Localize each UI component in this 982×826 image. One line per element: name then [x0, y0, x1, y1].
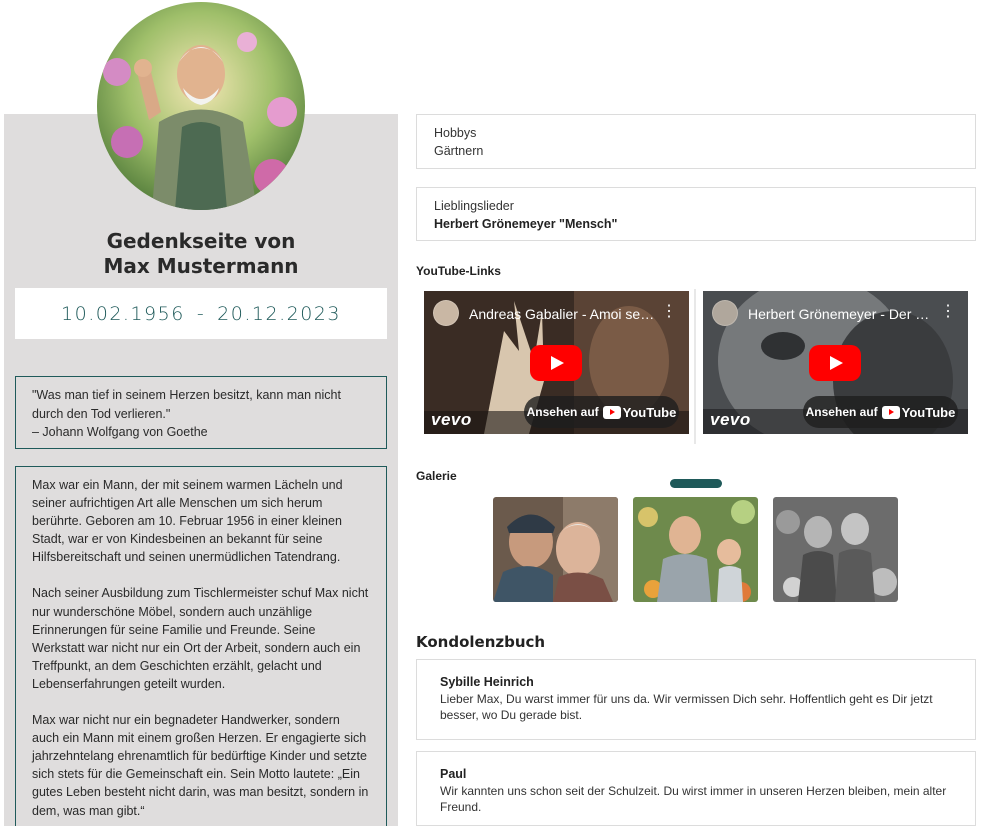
hobbies-label: Hobbys: [434, 126, 477, 140]
page-title-name: Max Mustermann: [103, 254, 299, 278]
video-divider: [694, 289, 696, 444]
youtube-mini-play-icon: [881, 405, 900, 419]
page-title: Gedenkseite von Max Mustermann: [4, 229, 398, 279]
portrait-image: [97, 2, 305, 210]
youtube-video-1[interactable]: Andreas Gabalier - Amoi seg' ma uns wied…: [424, 291, 689, 434]
condolence-book-title: Kondolenzbuch: [416, 633, 546, 651]
youtube-logo-icon: YouTube: [602, 404, 677, 420]
play-button-icon[interactable]: [809, 345, 861, 381]
watch-on-youtube-button[interactable]: Ansehen auf YouTube: [803, 396, 958, 428]
youtube-logo-icon: YouTube: [881, 404, 956, 420]
hobbies-value: Gärtnern: [434, 144, 484, 158]
youtube-section-label: YouTube-Links: [416, 264, 501, 278]
page-title-line1: Gedenkseite von: [106, 229, 296, 253]
vevo-logo: vevo: [431, 410, 472, 429]
gallery-scroll-handle[interactable]: [670, 479, 722, 488]
play-button-icon[interactable]: [530, 345, 582, 381]
condolence-text: Wir kannten uns schon seit der Schulzeit…: [440, 784, 947, 814]
youtube-video-2[interactable]: Herbert Grönemeyer - Der Weg ⋮ vevo Anse…: [703, 291, 968, 434]
vevo-logo: vevo: [710, 410, 751, 429]
gallery-image-3[interactable]: [773, 497, 898, 602]
video-title[interactable]: Herbert Grönemeyer - Der Weg: [748, 306, 938, 322]
bio-paragraph: Max war nicht nur ein begnadeter Handwer…: [32, 713, 369, 818]
watch-on-youtube-button[interactable]: Ansehen auf YouTube: [524, 396, 679, 428]
video-title[interactable]: Andreas Gabalier - Amoi seg' ma uns wied…: [469, 306, 659, 322]
death-date: 20.12.2023: [217, 302, 341, 325]
watch-label: Ansehen auf: [526, 405, 599, 419]
quote-box: "Was man tief in seinem Herzen besitzt, …: [15, 376, 387, 449]
condolence-entry: Sybille Heinrich Lieber Max, Du warst im…: [416, 659, 976, 740]
condolence-entry: Paul Wir kannten uns schon seit der Schu…: [416, 751, 976, 826]
gallery-image-2[interactable]: [633, 497, 758, 602]
songs-value: Herbert Grönemeyer "Mensch": [434, 217, 618, 231]
gallery-image-1[interactable]: [493, 497, 618, 602]
condolence-author: Paul: [440, 767, 467, 781]
gallery-section-label: Galerie: [416, 469, 457, 483]
watch-label: Ansehen auf: [805, 405, 878, 419]
more-vertical-icon[interactable]: ⋮: [940, 304, 956, 320]
more-vertical-icon[interactable]: ⋮: [661, 304, 677, 320]
condolence-text: Lieber Max, Du warst immer für uns da. W…: [440, 692, 933, 722]
hobbies-card: Hobbys Gärtnern: [416, 114, 976, 169]
date-separator: -: [196, 302, 206, 325]
youtube-logo-text: YouTube: [901, 404, 956, 420]
songs-label: Lieblingslieder: [434, 199, 514, 213]
channel-avatar: [433, 300, 459, 326]
channel-avatar: [712, 300, 738, 326]
quote-author: – Johann Wolfgang von Goethe: [32, 425, 208, 439]
songs-card: Lieblingslieder Herbert Grönemeyer "Mens…: [416, 187, 976, 241]
birth-date: 10.02.1956: [61, 302, 185, 325]
life-dates: 10.02.1956 - 20.12.2023: [15, 288, 387, 339]
youtube-logo-text: YouTube: [622, 404, 677, 420]
quote-text: "Was man tief in seinem Herzen besitzt, …: [32, 388, 341, 421]
biography-box: Max war ein Mann, der mit seinem warmen …: [15, 466, 387, 826]
bio-paragraph: Max war ein Mann, der mit seinem warmen …: [32, 478, 343, 565]
bio-paragraph: Nach seiner Ausbildung zum Tischlermeist…: [32, 586, 369, 691]
condolence-author: Sybille Heinrich: [440, 675, 534, 689]
youtube-mini-play-icon: [602, 405, 621, 419]
